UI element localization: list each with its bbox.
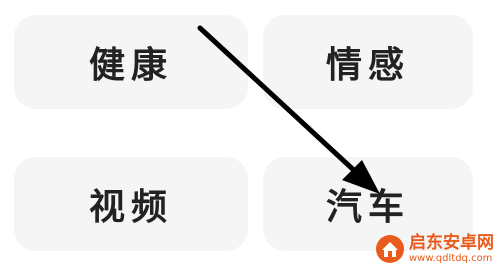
category-label: 健康	[88, 44, 173, 86]
category-label: 视频	[88, 186, 173, 228]
watermark: 启东安卓网 www.qdltdq.com	[375, 234, 494, 264]
category-video-button[interactable]: 视频	[14, 157, 248, 251]
watermark-brand: 启东安卓网	[409, 232, 494, 253]
category-health-button[interactable]: 健康	[14, 15, 248, 109]
category-label: 情感	[325, 44, 410, 86]
house-icon	[376, 235, 404, 263]
category-label: 汽车	[325, 186, 410, 228]
category-emotion-button[interactable]: 情感	[263, 15, 473, 109]
watermark-url: www.qdltdq.com	[409, 252, 493, 264]
